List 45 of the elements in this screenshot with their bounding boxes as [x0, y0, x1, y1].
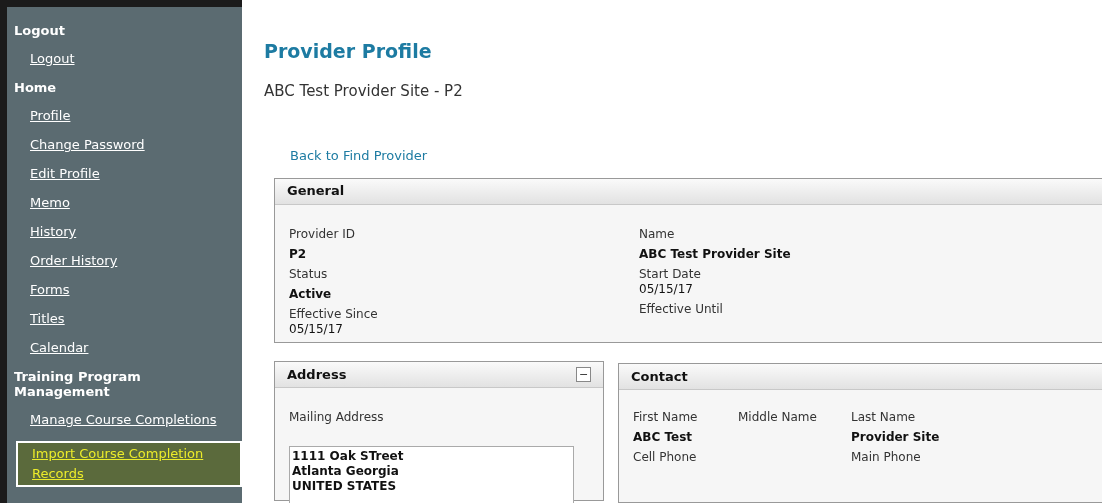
sidebar-heading: Training Program Management — [14, 369, 142, 399]
sidebar-heading: Logout — [14, 23, 66, 38]
field-label: Middle Name — [738, 410, 818, 425]
sidebar-link[interactable]: Import Course Completion Records — [16, 441, 242, 487]
field-label: Effective Until — [639, 301, 724, 317]
field-value: ABC Test — [633, 430, 694, 445]
field-label: Last Name — [851, 410, 917, 425]
page-title: Provider Profile — [264, 39, 433, 64]
field-value: 05/15/17 — [289, 321, 344, 337]
back-link[interactable]: Back to Find Provider — [290, 146, 1102, 166]
sidebar-link[interactable]: Order History — [14, 253, 240, 268]
field-label: Effective Since — [289, 306, 379, 322]
collapse-button[interactable]: − — [576, 367, 591, 382]
field-label: Provider ID — [289, 226, 356, 242]
address-line: Atlanta Georgia — [292, 464, 400, 479]
field-label: Mailing Address — [289, 410, 384, 424]
sidebar-link[interactable]: Logout — [14, 51, 240, 66]
sidebar-link[interactable]: Memo — [14, 195, 240, 210]
field-value: P2 — [289, 246, 308, 262]
field-label: Name — [639, 226, 676, 242]
address-line: UNITED STATES — [292, 479, 398, 494]
sidebar-link[interactable]: Manage Course Completions — [14, 412, 240, 427]
sidebar-link[interactable]: Profile — [14, 108, 240, 123]
field-value: Provider Site — [851, 430, 941, 445]
field-value: Active — [289, 286, 333, 302]
field-value: 05/15/17 — [639, 281, 694, 297]
sidebar-link[interactable]: Titles — [14, 311, 240, 326]
field-value: ABC Test Provider Site — [639, 246, 792, 262]
panel-title: Contact — [631, 367, 688, 386]
sidebar-link[interactable]: Edit Profile — [14, 166, 240, 181]
sidebar-link[interactable]: Calendar — [14, 340, 240, 355]
panel-title: General — [287, 182, 345, 201]
address-line: 1111 Oak STreet — [292, 449, 405, 464]
page-subtitle: ABC Test Provider Site - P2 — [264, 80, 464, 102]
sidebar-link[interactable]: Forms — [14, 282, 240, 297]
sidebar-heading: Home — [14, 80, 58, 95]
sidebar-link[interactable]: Change Password — [14, 137, 240, 152]
panel-title: Address — [287, 365, 347, 384]
field-label: First Name — [633, 410, 699, 425]
field-label: Cell Phone — [633, 450, 698, 465]
field-label: Main Phone — [851, 450, 922, 465]
field-label: Start Date — [639, 266, 702, 282]
sidebar-link[interactable]: History — [14, 224, 240, 239]
field-label: Status — [289, 266, 329, 282]
address-box[interactable]: 1111 Oak STreet Atlanta Georgia UNITED STATES — [289, 446, 574, 503]
